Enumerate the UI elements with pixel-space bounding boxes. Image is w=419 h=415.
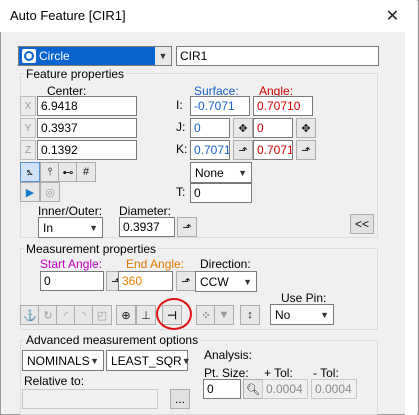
pt-size-input[interactable]: 0 <box>203 379 241 399</box>
diameter-input[interactable]: 0.3937 <box>119 217 175 237</box>
filter-icon[interactable]: ▼ <box>214 305 234 325</box>
nominals-select[interactable]: NOMINALS ▼ <box>22 350 104 371</box>
flip-angle-vector-icon[interactable]: ✥ <box>296 118 316 138</box>
feature-properties-label: Feature properties <box>24 67 127 81</box>
inner-outer-value: In <box>43 220 54 235</box>
chevron-down-icon: ▼ <box>320 309 329 320</box>
inner-outer-label: Inner/Outer: <box>38 204 103 218</box>
nominals-value: NOMINALS <box>27 353 90 368</box>
angle-j-input[interactable]: 0 <box>253 118 293 138</box>
center-z-input[interactable]: 0.1392 <box>37 140 137 160</box>
surface-k-input[interactable]: 0.70710 <box>190 140 230 160</box>
center-y-input[interactable]: 0.3937 <box>37 118 137 138</box>
diameter-label: Diameter: <box>119 204 172 218</box>
direction-value: CCW <box>200 274 229 289</box>
angle-point-icon[interactable]: ⬏ <box>296 140 316 160</box>
crosshair-icon[interactable]: ⊕ <box>116 305 136 325</box>
chevron-down-icon: ▼ <box>238 167 247 178</box>
rotate-icon[interactable]: ↻ <box>38 305 58 325</box>
plus-tol-label: + Tol: <box>264 366 293 380</box>
x-axis-button[interactable]: X <box>20 96 36 116</box>
i-label: I: <box>176 98 183 112</box>
feature-type-select[interactable]: Circle ▼ <box>18 46 172 66</box>
measurement-properties-label: Measurement properties <box>24 242 159 256</box>
window-edge <box>405 32 417 415</box>
relative-to-input[interactable] <box>22 389 158 409</box>
vertical-move-icon[interactable]: ↕ <box>240 305 260 325</box>
close-button[interactable]: ✕ <box>368 0 417 32</box>
feature-type-label: Circle <box>39 49 70 63</box>
chevron-down-icon: ▼ <box>155 47 171 65</box>
y-axis-button[interactable]: Y <box>20 118 36 138</box>
window-title: Auto Feature [CIR1] <box>10 8 126 23</box>
j-label: J: <box>176 120 186 134</box>
algorithm-select[interactable]: LEAST_SQR ▼ <box>106 350 191 371</box>
diameter-point-icon[interactable]: ⬏ <box>177 217 197 237</box>
t-label: T: <box>176 185 186 199</box>
measure-mode-icon[interactable]: ⊷ <box>58 162 78 182</box>
none-select[interactable]: None ▼ <box>190 162 252 183</box>
advanced-options-label: Advanced measurement options <box>24 333 201 347</box>
zoom-icon[interactable]: 🔍︎ <box>243 379 263 399</box>
use-pin-label: Use Pin: <box>281 291 327 305</box>
angle-i-input[interactable]: 0.70710 <box>253 96 313 116</box>
start-angle-label: Start Angle: <box>40 257 103 271</box>
minus-tol-input[interactable]: 0.0004 <box>311 379 357 399</box>
circle-arc-icon[interactable]: ◜ <box>56 305 76 325</box>
target-icon[interactable]: ◎ <box>40 182 60 202</box>
start-angle-input[interactable]: 0 <box>40 271 104 291</box>
highlight-circle <box>156 298 192 330</box>
play-icon[interactable]: ▶ <box>20 182 40 202</box>
none-select-value: None <box>195 165 224 180</box>
end-angle-label: End Angle: <box>126 257 185 271</box>
collapse-button[interactable]: << <box>350 214 374 234</box>
circle-icon <box>22 49 36 63</box>
k-label: K: <box>176 142 188 156</box>
chevron-down-icon: ▼ <box>89 222 98 233</box>
inner-outer-select[interactable]: In ▼ <box>38 217 103 238</box>
use-pin-value: No <box>275 307 291 322</box>
t-input[interactable]: 0 <box>190 183 252 203</box>
center-x-input[interactable]: 6.9418 <box>37 96 137 116</box>
chevron-down-icon: ▼ <box>243 276 252 287</box>
end-angle-input[interactable]: 360 <box>118 271 173 291</box>
scatter-points-icon[interactable]: ⁘ <box>196 305 216 325</box>
chevron-down-icon: ▼ <box>90 355 99 366</box>
anchor-icon[interactable]: ⚓ <box>20 305 40 325</box>
square-arc-icon[interactable]: ◰ <box>92 305 112 325</box>
depth-icon[interactable]: ⊥ <box>136 305 156 325</box>
probe-point-icon[interactable]: ⫯ <box>40 162 60 182</box>
surface-i-input[interactable]: -0.7071 <box>190 96 250 116</box>
plus-tol-input[interactable]: 0.0004 <box>262 379 308 399</box>
arc-reverse-icon[interactable]: ◝ <box>74 305 94 325</box>
browse-button[interactable]: ... <box>170 389 190 409</box>
angle-k-input[interactable]: 0.70710 <box>253 140 293 160</box>
flip-surface-vector-icon[interactable]: ✥ <box>233 118 253 138</box>
z-axis-button[interactable]: Z <box>20 140 36 160</box>
analysis-label: Analysis: <box>204 348 253 362</box>
surface-point-icon[interactable]: ⬏ <box>233 140 253 160</box>
end-angle-point-icon[interactable]: ⬏ <box>176 271 196 291</box>
relative-to-label: Relative to: <box>24 374 85 388</box>
direction-select[interactable]: CCW ▼ <box>195 271 257 292</box>
polar-coordinates-icon[interactable]: ⦩ <box>20 162 40 182</box>
use-pin-select[interactable]: No ▼ <box>270 304 334 325</box>
grid-hash-icon[interactable]: # <box>76 162 96 182</box>
surface-j-input[interactable]: 0 <box>190 118 230 138</box>
minus-tol-label: - Tol: <box>313 366 339 380</box>
feature-name-input[interactable]: CIR1 <box>176 46 379 66</box>
pt-size-label: Pt. Size: <box>204 366 249 380</box>
algorithm-value: LEAST_SQR <box>111 353 182 368</box>
chevron-down-icon: ▼ <box>181 355 191 366</box>
direction-label: Direction: <box>200 257 251 271</box>
